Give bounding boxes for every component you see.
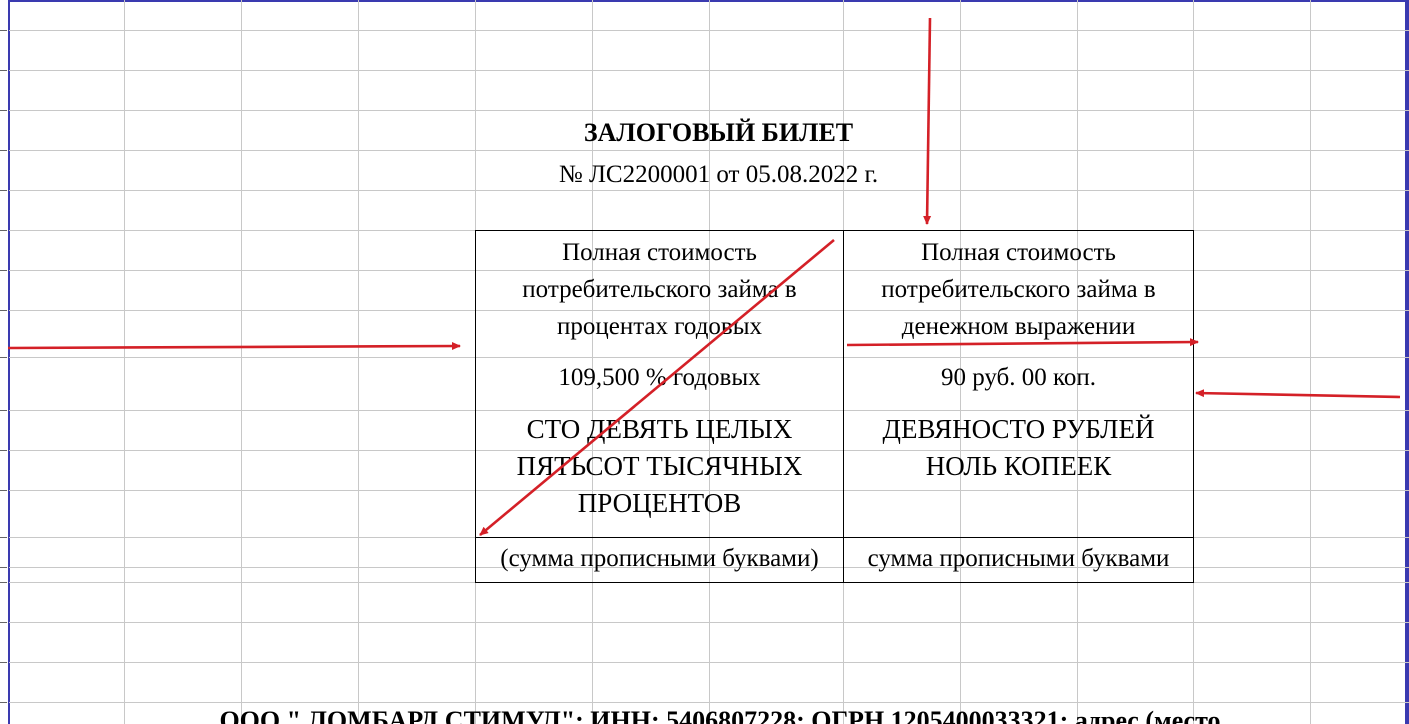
row-header-tick: [0, 310, 7, 311]
row-header-tick: [0, 537, 7, 538]
row-header-tick: [0, 410, 7, 411]
spreadsheet-sheet[interactable]: ЗАЛОГОВЫЙ БИЛЕТ № ЛС2200001 от 05.08.202…: [0, 0, 1409, 724]
row-header-tick: [0, 567, 7, 568]
row-header-tick: [0, 270, 7, 271]
row-header-tick: [0, 622, 7, 623]
row-header-tick: [0, 190, 7, 191]
row-header-tick: [0, 230, 7, 231]
row-header-tick: [0, 702, 7, 703]
arrow-down-to-right-column: [923, 17, 932, 225]
row-header-tick: [0, 490, 7, 491]
arrow-left-to-table-edge: [1195, 389, 1401, 399]
arrow-diagonal-to-caption: [479, 239, 835, 536]
row-header-tick: [0, 662, 7, 663]
arrow-right-inside-table: [846, 338, 1199, 347]
row-header-tick: [0, 582, 7, 583]
arrow-right-to-left-cell: [7, 342, 461, 351]
row-header-tick: [0, 150, 7, 151]
row-header-tick: [0, 450, 7, 451]
row-header-tick: [0, 70, 7, 71]
row-header-tick: [0, 30, 7, 31]
row-header-tick: [0, 357, 7, 358]
annotation-arrows-layer: [7, 17, 1401, 536]
row-header-tick: [0, 110, 7, 111]
